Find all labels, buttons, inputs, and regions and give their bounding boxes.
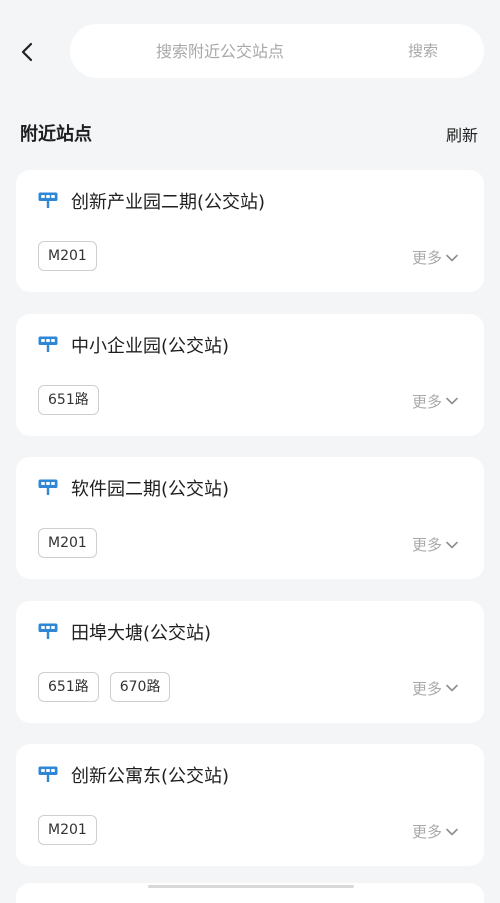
partial-card: [16, 883, 484, 903]
search-bar: 搜索: [70, 24, 484, 78]
stop-name: 软件园二期(公交站): [71, 479, 230, 500]
search-input[interactable]: [70, 24, 370, 78]
chevron-down-icon: [446, 254, 458, 261]
route-tags: M201: [38, 528, 97, 558]
stop-name: 创新公寓东(公交站): [71, 766, 230, 787]
more-button[interactable]: 更多: [412, 247, 458, 268]
stop-card[interactable]: 创新公寓东(公交站) M201 更多: [16, 744, 484, 866]
chevron-down-icon: [446, 397, 458, 405]
more-label: 更多: [411, 392, 442, 411]
search-button[interactable]: 搜索: [408, 40, 438, 61]
more-label: 更多: [411, 536, 442, 554]
bus-stop-icon: [38, 479, 58, 495]
stop-card[interactable]: 田埠大塘(公交站) 651路 670路 更多: [16, 600, 484, 723]
more-label: 更多: [411, 823, 442, 841]
route-tag[interactable]: 651路: [38, 671, 99, 702]
route-tags: M201: [38, 815, 97, 845]
section-title: 附近站点: [20, 124, 92, 145]
stop-card[interactable]: 软件园二期(公交站) M201 更多: [16, 457, 484, 579]
more-button[interactable]: 更多: [412, 534, 458, 555]
stop-name: 创新产业园二期(公交站): [71, 192, 266, 213]
route-tag[interactable]: 651路: [38, 384, 99, 415]
stop-card[interactable]: 创新产业园二期(公交站) M201 更多: [16, 170, 484, 292]
stop-list: 创新产业园二期(公交站) M201 更多 中小企业园(公交站) 651路 更多: [16, 170, 484, 888]
more-label: 更多: [411, 679, 442, 698]
chevron-down-icon: [446, 684, 458, 692]
more-label: 更多: [411, 249, 442, 267]
stop-name: 田埠大塘(公交站): [71, 622, 212, 644]
route-tag[interactable]: M201: [38, 528, 97, 558]
more-button[interactable]: 更多: [412, 821, 458, 842]
bus-stop-icon: [38, 192, 58, 208]
bus-stop-icon: [38, 623, 58, 639]
route-tags: 651路: [38, 384, 99, 415]
bus-stop-icon: [38, 336, 58, 352]
route-tags: M201: [38, 241, 97, 271]
chevron-down-icon: [446, 541, 458, 548]
bus-stop-icon: [38, 766, 58, 782]
route-tag[interactable]: M201: [38, 241, 97, 271]
stop-name: 中小企业园(公交站): [71, 335, 230, 357]
stop-card[interactable]: 中小企业园(公交站) 651路 更多: [16, 313, 484, 436]
more-button[interactable]: 更多: [412, 678, 458, 699]
more-button[interactable]: 更多: [412, 391, 458, 412]
route-tags: 651路 670路: [38, 671, 171, 702]
refresh-button[interactable]: 刷新: [446, 122, 478, 146]
top-bar: 搜索: [0, 0, 500, 100]
chevron-left-icon: [21, 42, 33, 62]
route-tag[interactable]: 670路: [109, 671, 171, 702]
partial-card-bar: [148, 885, 354, 888]
route-tag[interactable]: M201: [38, 815, 97, 845]
back-button[interactable]: [10, 32, 44, 72]
chevron-down-icon: [446, 828, 458, 835]
